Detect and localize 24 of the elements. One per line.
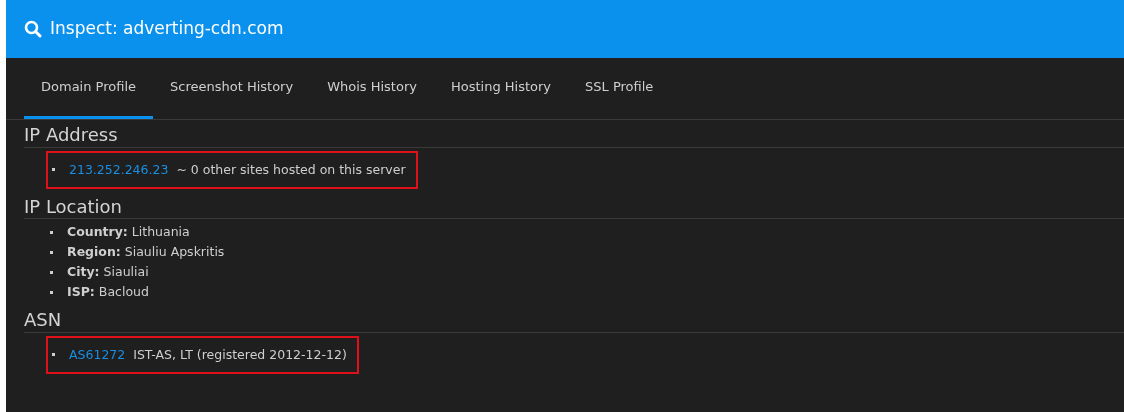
tab[interactable]: Whois History: [310, 58, 434, 119]
list-text: 213.252.246.23 ~ 0 other sites hosted on this server: [69, 160, 406, 179]
tab[interactable]: SSL Profile: [568, 58, 671, 119]
bullet-icon: [50, 270, 53, 274]
list-text: AS61272 IST-AS, LT (registered 2012-12-12): [69, 345, 347, 364]
detail-text: ISP: Bacloud: [67, 283, 149, 302]
bullet-icon: [50, 230, 53, 234]
detail-text: Country: Lithuania: [67, 223, 190, 242]
link[interactable]: AS61272: [69, 346, 126, 362]
tab[interactable]: Domain Profile: [24, 58, 153, 119]
detail-text: Region: Siauliu Apskritis: [67, 243, 225, 262]
section-heading: ASN: [24, 305, 1124, 333]
bullet-icon: [50, 250, 53, 254]
tab[interactable]: Screenshot History: [153, 58, 311, 119]
section-heading: IP Address: [24, 120, 1124, 148]
search-icon: [24, 20, 42, 38]
window-title: Inspect: adverting-cdn.com: [50, 17, 284, 41]
detail-text: City: Siauliai: [67, 263, 149, 282]
bullet-icon: [52, 168, 55, 172]
bullet-icon: [50, 290, 53, 294]
bullet-icon: [52, 353, 55, 357]
tab[interactable]: Hosting History: [433, 58, 569, 119]
section-heading: IP Location: [24, 191, 1124, 220]
link[interactable]: 213.252.246.23: [69, 161, 169, 177]
